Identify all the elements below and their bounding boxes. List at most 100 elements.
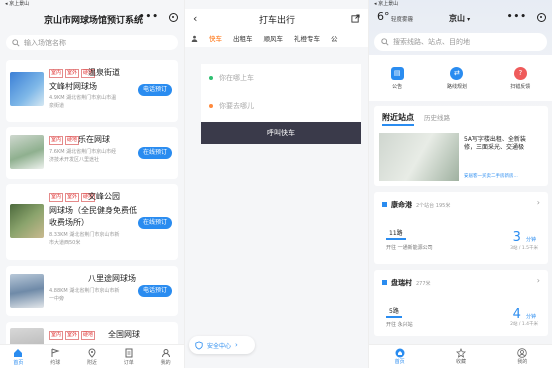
venue-address: 济技术开发区八里途社: [49, 157, 100, 163]
station-icon: [382, 280, 387, 285]
station-header: 盘瑞村 277米: [382, 278, 431, 288]
venue-tags: 室内 硬地: [49, 136, 80, 145]
page-title: 打车出行: [259, 16, 296, 26]
station-card[interactable]: 康命港 2个站台 195米 › 11路 开往 一通新能源公司 3 分钟 3站 /…: [374, 192, 548, 264]
back-icon[interactable]: ‹: [193, 12, 197, 25]
call-express-button[interactable]: 呼叫快车: [201, 122, 361, 144]
home-icon: [14, 348, 23, 357]
venue-distance-address: 7.6KM 湖北省荆门市京山市经: [49, 149, 117, 155]
tennis-booking-screen: ◂ 京上景山 京山市网球场馆预订系统 ••• 输入场馆名称 室内 室外 硬地 温…: [0, 0, 184, 368]
dropoff-dot-icon: [209, 104, 213, 108]
tab-home[interactable]: 首页: [13, 348, 23, 366]
tab-match[interactable]: 约球: [50, 348, 60, 366]
tag: 室外: [65, 69, 80, 78]
route-direction: 开往 永兴站: [386, 322, 413, 328]
tab-label: 订单: [123, 359, 134, 366]
venue-card[interactable]: 八里途网球场 4.88KM 湖北省荆门市京山市新 一中旁 电话预订: [6, 266, 178, 316]
mini-program-capsule[interactable]: •••: [507, 12, 546, 22]
station-name: 盘瑞村: [391, 279, 412, 287]
tag: 室内: [49, 193, 64, 202]
ad-text-line: 5A写字楼出租、全新装: [464, 136, 526, 143]
venue-card[interactable]: 室内 硬地 乐在网球 7.6KM 湖北省荆门市京山市经 济技术开发区八里途社 在…: [6, 127, 178, 179]
pickup-field[interactable]: 你在哪上车: [201, 64, 361, 92]
station-name: 康命港: [391, 201, 412, 209]
tab-express[interactable]: 快车: [209, 33, 222, 43]
city-name: 京山: [449, 14, 465, 23]
more-icon[interactable]: •••: [507, 12, 527, 22]
tag: 室内: [49, 69, 64, 78]
tab-nearby-stops[interactable]: 附近站点: [382, 112, 414, 126]
venue-address: 市大道西50米: [49, 240, 81, 246]
order-icon: [125, 348, 133, 357]
eta-detail: 3站 / 1.5千米: [510, 246, 538, 251]
venue-distance-address: 4.88KM 湖北省荆门市京山市新: [49, 288, 120, 294]
ad-text-line: 修，三面采光、交通极: [464, 144, 525, 151]
quick-label: 路线规划: [446, 83, 467, 90]
mini-program-capsule[interactable]: •••: [139, 12, 178, 22]
online-book-button[interactable]: 在线预订: [137, 217, 172, 229]
eta-minutes: 3: [512, 230, 521, 245]
tab-profile[interactable]: 我的: [517, 348, 527, 365]
station-header: 康命港 2个站台 195米: [382, 200, 450, 210]
search-input[interactable]: 搜索线路、站点、目的地: [374, 33, 547, 51]
search-input[interactable]: 输入场馆名称: [6, 35, 178, 50]
tab-label: 首页: [13, 359, 24, 366]
status-bar-text: 京上景山: [378, 1, 399, 7]
tab-nearby[interactable]: 附近: [87, 348, 97, 366]
service-tabs: 快车 出租车 顺风车 礼橙专车 公: [185, 29, 368, 47]
venue-image: [10, 204, 44, 238]
tab-favorites[interactable]: 收藏: [456, 348, 466, 365]
pickup-placeholder: 你在哪上车: [219, 74, 254, 82]
safety-label: 安全中心: [207, 342, 232, 350]
close-icon[interactable]: [169, 12, 178, 22]
eta-detail: 2站 / 1.4千米: [510, 322, 538, 327]
feedback-button[interactable]: ? 扫错反馈: [510, 66, 530, 90]
phone-book-button[interactable]: 电话预订: [137, 84, 172, 96]
station-card[interactable]: 盘瑞村 277米 › 5路 开往 永兴站 4 分钟 2站 / 1.4千米: [374, 270, 548, 336]
tag: 室内: [49, 136, 64, 145]
tab-profile[interactable]: 我的: [161, 348, 171, 366]
venue-card[interactable]: 室内 室外 硬地 文峰公园 网球场（全民健身免费低 收费场所） 8.33KM 湖…: [6, 184, 178, 260]
venue-distance-address: 8.33KM 湖北省荆门市京山市新: [49, 232, 120, 238]
temperature: 6°: [377, 10, 390, 23]
tab-home[interactable]: 首页: [395, 348, 405, 365]
close-icon[interactable]: [537, 12, 546, 22]
dropoff-field[interactable]: 你要去哪儿: [201, 92, 361, 120]
route-planning-button[interactable]: ⇄ 路线规划: [446, 66, 467, 90]
star-icon: [456, 348, 466, 358]
share-icon[interactable]: [351, 14, 360, 23]
chevron-right-icon: ›: [536, 198, 540, 207]
tag: 室外: [65, 193, 80, 202]
tab-carpool[interactable]: 顺风车: [264, 33, 284, 43]
venue-name: 温泉街道: [88, 68, 120, 77]
ad-text[interactable]: 5A写字楼出租、全新装 修，三面采光、交通极: [464, 136, 526, 152]
venue-distance-address: 4.9KM 湖北省荆门市京山市温: [49, 95, 117, 101]
route-icon: ⇄: [450, 66, 464, 80]
safety-center-button[interactable]: 安全中心 ›: [189, 336, 255, 354]
tab-orders[interactable]: 订单: [124, 348, 134, 366]
tab-label: 约球: [50, 359, 61, 366]
tab-history-routes[interactable]: 历史线路: [424, 112, 450, 122]
announcement-button[interactable]: ▤ 公告: [390, 66, 404, 90]
search-icon: [381, 38, 389, 46]
tab-premium[interactable]: 礼橙专车: [294, 33, 320, 43]
announcement-icon: ▤: [390, 66, 404, 80]
tab-bus[interactable]: 公: [331, 33, 338, 43]
tab-label: 收藏: [455, 359, 466, 365]
nav-bar: 6° 轻度雾霾 京山 ▾ •••: [369, 9, 552, 29]
tab-label: 首页: [394, 359, 405, 365]
eta-minutes: 4: [512, 307, 521, 322]
home-icon: [395, 348, 405, 358]
quick-label: 公告: [392, 83, 403, 90]
user-icon: [161, 348, 170, 357]
city-selector[interactable]: 京山 ▾: [449, 13, 470, 24]
venue-card[interactable]: 室内 室外 硬地 温泉街道 文峰村网球场 4.9KM 湖北省荆门市京山市温 泉街…: [6, 60, 178, 122]
more-icon[interactable]: •••: [139, 12, 159, 22]
bus-screen: ◂ 京上景山 6° 轻度雾霾 京山 ▾ ••• 搜索线路、站点、目的地 ▤ 公告…: [368, 0, 552, 368]
online-book-button[interactable]: 在线预订: [137, 147, 172, 159]
shield-icon: [195, 340, 203, 350]
tag: 硬地: [81, 331, 96, 340]
phone-book-button[interactable]: 电话预订: [137, 285, 172, 297]
arrival-eta: 3 分钟: [513, 226, 536, 245]
tab-taxi[interactable]: 出租车: [233, 33, 253, 43]
